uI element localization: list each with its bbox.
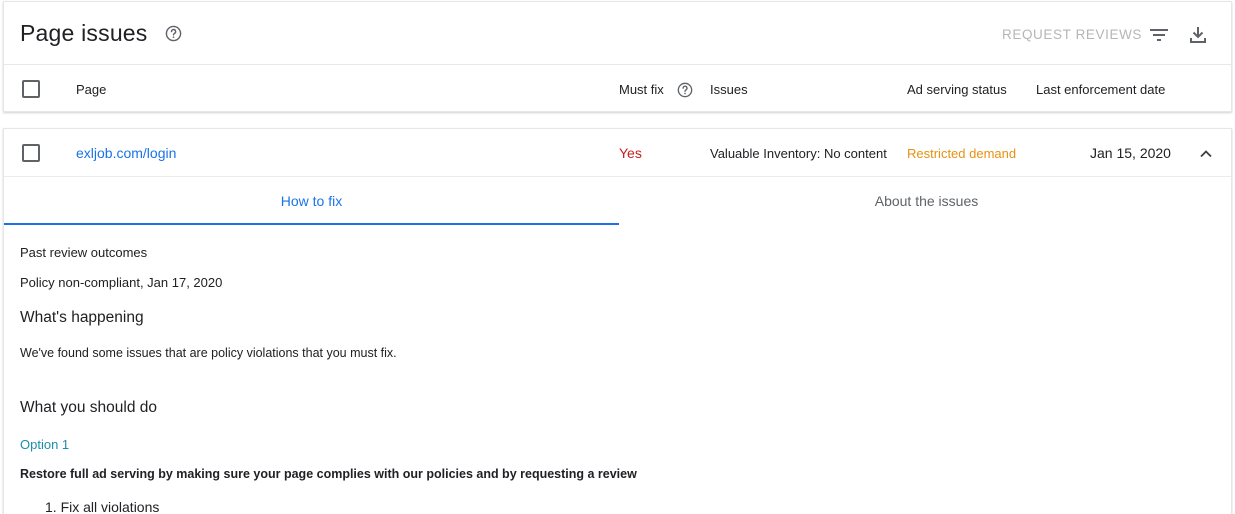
request-reviews-button[interactable]: REQUEST REVIEWS bbox=[1002, 27, 1142, 42]
past-review-value: Policy non-compliant, Jan 17, 2020 bbox=[20, 275, 223, 290]
issue-value: Valuable Inventory: No content bbox=[710, 146, 887, 161]
filter-icon[interactable] bbox=[1147, 23, 1171, 47]
column-header-page[interactable]: Page bbox=[76, 82, 106, 97]
last-enforcement-date-value: Jan 15, 2020 bbox=[1090, 145, 1171, 161]
must-fix-help-icon[interactable] bbox=[677, 82, 693, 98]
column-header-must-fix[interactable]: Must fix bbox=[619, 82, 664, 97]
tab-about-the-issues[interactable]: About the issues bbox=[619, 177, 1234, 225]
what-to-do-heading: What you should do bbox=[20, 399, 158, 416]
step-list-item: 1. Fix all violations bbox=[45, 499, 160, 514]
must-fix-value: Yes bbox=[619, 145, 642, 161]
issue-detail-card: exljob.com/login Yes Valuable Inventory:… bbox=[3, 128, 1232, 514]
header-divider bbox=[4, 64, 1231, 65]
page-issues-header-card: Page issues REQUEST REVIEWS Page Must fi… bbox=[3, 1, 1232, 112]
whats-happening-body: We've found some issues that are policy … bbox=[20, 346, 397, 360]
page-title: Page issues bbox=[20, 20, 148, 46]
page-link[interactable]: exljob.com/login bbox=[76, 145, 176, 161]
option-description: Restore full ad serving by making sure y… bbox=[20, 467, 637, 481]
download-icon[interactable] bbox=[1186, 23, 1210, 47]
help-icon[interactable] bbox=[165, 25, 182, 42]
column-header-ad-serving-status[interactable]: Ad serving status bbox=[907, 82, 1007, 97]
option-label: Option 1 bbox=[20, 437, 70, 452]
chevron-up-icon[interactable] bbox=[1196, 144, 1216, 164]
whats-happening-heading: What's happening bbox=[20, 309, 144, 326]
past-review-heading: Past review outcomes bbox=[20, 245, 148, 260]
tab-how-to-fix[interactable]: How to fix bbox=[4, 177, 619, 225]
row-checkbox[interactable] bbox=[22, 144, 40, 162]
ad-serving-status-value: Restricted demand bbox=[907, 146, 1017, 161]
select-all-checkbox[interactable] bbox=[22, 80, 40, 98]
column-header-issues[interactable]: Issues bbox=[710, 82, 748, 97]
column-header-last-enforcement-date[interactable]: Last enforcement date bbox=[1036, 82, 1165, 97]
